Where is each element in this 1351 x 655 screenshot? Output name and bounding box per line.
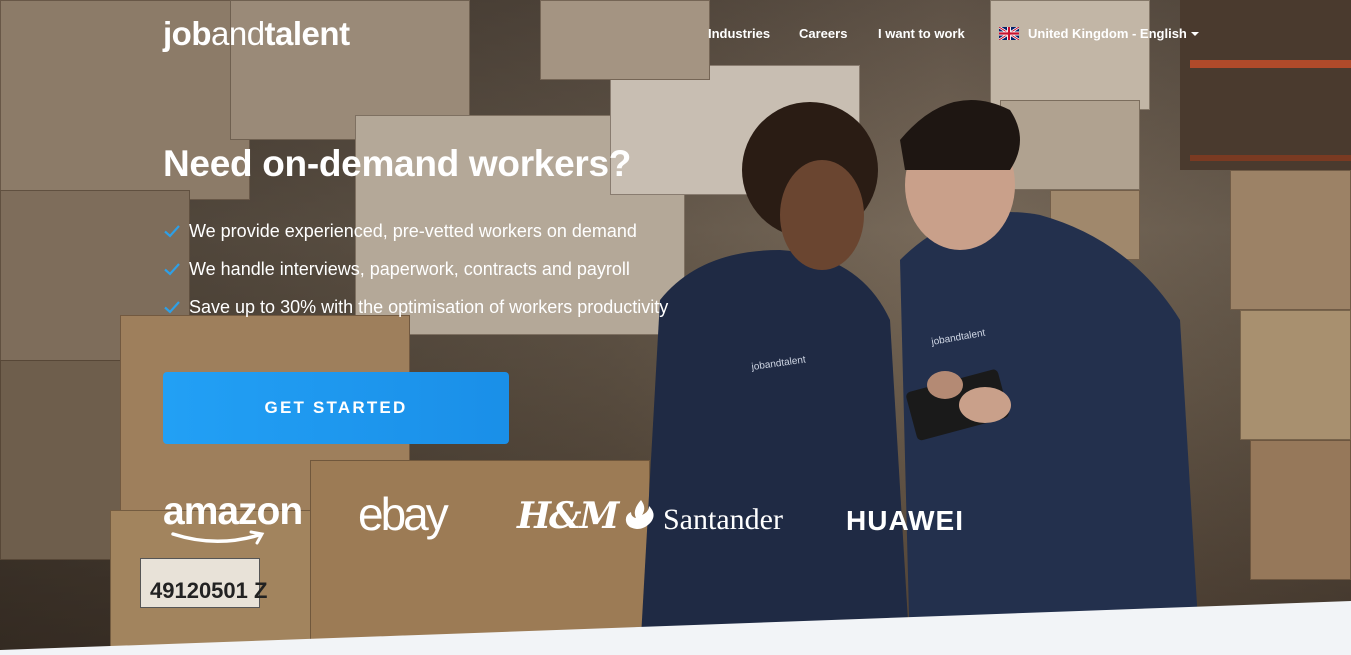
benefit-text: Save up to 30% with the optimisation of … [189,297,669,317]
ebay-logo: ebay [358,488,449,540]
check-icon [164,301,180,314]
check-icon [164,225,180,238]
nav-industries[interactable]: Industries [708,26,770,42]
amazon-smile-icon [171,530,265,545]
chevron-down-icon [1191,32,1199,36]
benefit-item: We handle interviews, paperwork, contrac… [163,257,668,295]
page-title: Need on-demand workers? [163,143,632,184]
benefit-text: We handle interviews, paperwork, contrac… [189,259,630,279]
santander-flame-icon [625,500,654,529]
nav-i-want-to-work[interactable]: I want to work [878,26,965,42]
uk-flag-icon [999,27,1019,40]
main-nav: Industries Careers I want to work United… [0,26,1351,42]
benefit-item: We provide experienced, pre-vetted worke… [163,219,668,257]
hm-logo: H&M [517,495,619,537]
benefit-item: Save up to 30% with the optimisation of … [163,295,668,333]
get-started-button[interactable]: GET STARTED [163,372,509,444]
huawei-logo: HUAWEI [846,505,964,536]
benefit-text: We provide experienced, pre-vetted worke… [189,221,637,241]
amazon-logo: amazon [163,490,303,533]
locale-selector[interactable]: United Kingdom - English [1028,26,1187,42]
check-icon [164,263,180,276]
santander-logo: Santander [663,503,783,536]
benefits-list: We provide experienced, pre-vetted worke… [163,219,668,333]
nav-careers[interactable]: Careers [799,26,847,42]
